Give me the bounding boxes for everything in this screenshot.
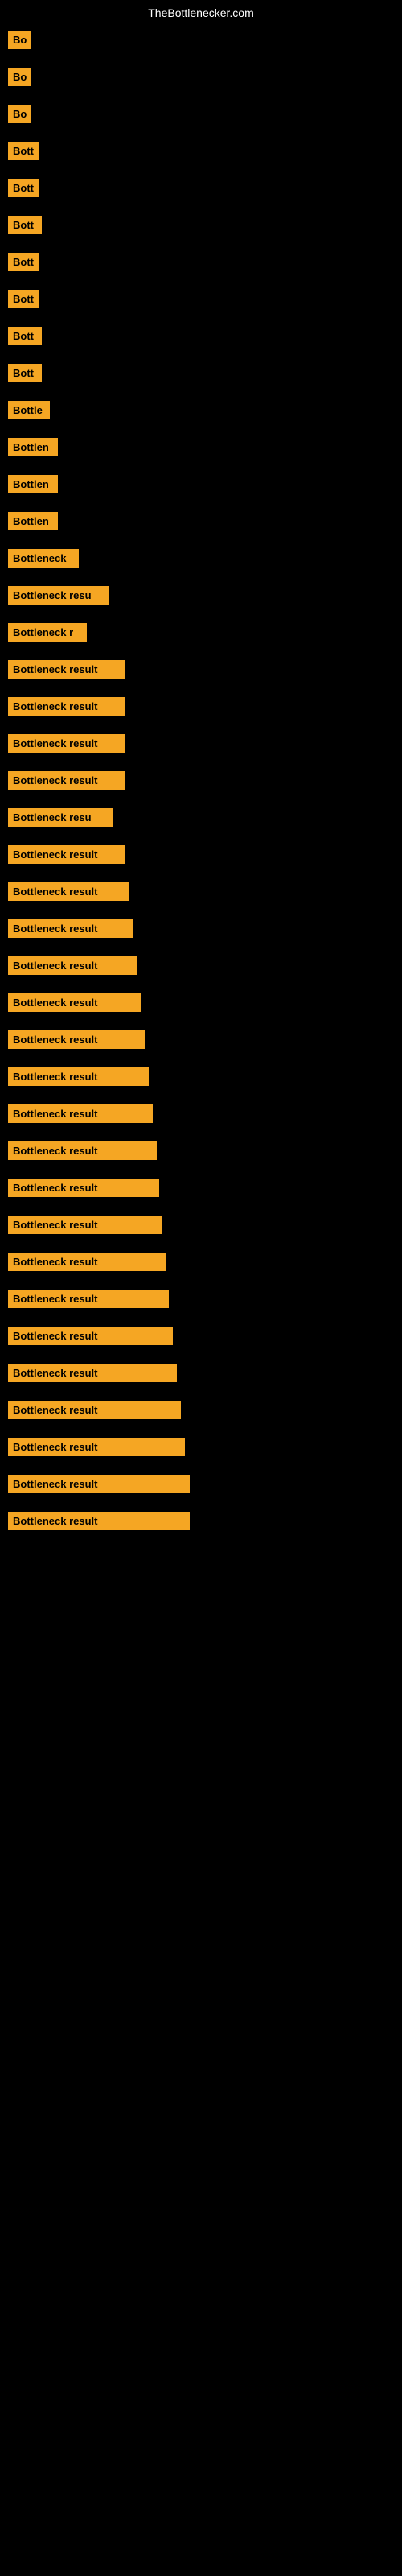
bottleneck-result-label: Bo: [8, 105, 31, 123]
list-item: Bottleneck result: [0, 1067, 402, 1090]
list-item: Bott: [0, 142, 402, 164]
list-item: Bottleneck result: [0, 956, 402, 979]
bottleneck-result-label: Bottleneck result: [8, 734, 125, 753]
list-item: Bott: [0, 290, 402, 312]
list-item: Bottleneck result: [0, 1104, 402, 1127]
list-item: Bottleneck result: [0, 1364, 402, 1386]
bottleneck-result-label: Bottleneck result: [8, 1401, 181, 1419]
list-item: Bottleneck result: [0, 734, 402, 757]
list-item: Bottleneck result: [0, 1438, 402, 1460]
list-item: Bottleneck result: [0, 1030, 402, 1053]
bottleneck-result-label: Bott: [8, 142, 39, 160]
bottleneck-result-label: Bottle: [8, 401, 50, 419]
list-item: Bo: [0, 31, 402, 53]
bottleneck-result-label: Bottleneck: [8, 549, 79, 568]
list-item: Bottleneck result: [0, 845, 402, 868]
bottleneck-result-label: Bottleneck result: [8, 660, 125, 679]
bottleneck-result-label: Bottleneck result: [8, 845, 125, 864]
list-item: Bottleneck result: [0, 1216, 402, 1238]
list-item: Bottleneck: [0, 549, 402, 572]
bottleneck-result-label: Bottleneck result: [8, 1067, 149, 1086]
bottleneck-result-label: Bottleneck result: [8, 956, 137, 975]
bottleneck-result-label: Bottleneck result: [8, 1475, 190, 1493]
list-item: Bott: [0, 327, 402, 349]
bottleneck-result-label: Bottleneck result: [8, 1141, 157, 1160]
bottleneck-result-label: Bott: [8, 253, 39, 271]
bottleneck-result-label: Bottleneck result: [8, 1179, 159, 1197]
bottleneck-result-label: Bottleneck result: [8, 1216, 162, 1234]
bottleneck-result-label: Bottleneck r: [8, 623, 87, 642]
list-item: Bottleneck result: [0, 660, 402, 683]
list-item: Bottleneck result: [0, 1475, 402, 1497]
list-item: Bottlen: [0, 512, 402, 535]
list-item: Bottleneck result: [0, 1401, 402, 1423]
list-item: Bott: [0, 253, 402, 275]
bottleneck-result-label: Bottleneck resu: [8, 586, 109, 605]
list-item: Bottlen: [0, 438, 402, 460]
bottleneck-result-label: Bott: [8, 179, 39, 197]
bottleneck-result-label: Bottleneck result: [8, 993, 141, 1012]
bottleneck-result-label: Bott: [8, 290, 39, 308]
bottleneck-result-label: Bottlen: [8, 475, 58, 493]
bottleneck-result-label: Bott: [8, 216, 42, 234]
list-item: Bott: [0, 216, 402, 238]
list-item: Bottleneck result: [0, 882, 402, 905]
list-item: Bo: [0, 68, 402, 90]
list-item: Bott: [0, 179, 402, 201]
bottleneck-result-label: Bo: [8, 68, 31, 86]
bottleneck-result-label: Bott: [8, 327, 42, 345]
bottleneck-result-label: Bottleneck result: [8, 771, 125, 790]
bottleneck-result-label: Bottlen: [8, 438, 58, 456]
list-item: Bottleneck result: [0, 1253, 402, 1275]
bottleneck-result-label: Bo: [8, 31, 31, 49]
bottleneck-result-label: Bottleneck result: [8, 919, 133, 938]
bottleneck-result-label: Bottleneck result: [8, 1364, 177, 1382]
bottleneck-result-label: Bottleneck resu: [8, 808, 113, 827]
list-item: Bo: [0, 105, 402, 127]
list-item: Bottleneck resu: [0, 586, 402, 609]
list-item: Bottleneck result: [0, 1179, 402, 1201]
list-item: Bottleneck result: [0, 1327, 402, 1349]
bottleneck-result-label: Bottleneck result: [8, 882, 129, 901]
bottleneck-result-label: Bottleneck result: [8, 1327, 173, 1345]
list-item: Bottleneck resu: [0, 808, 402, 831]
bottleneck-result-label: Bottlen: [8, 512, 58, 530]
bottleneck-result-label: Bottleneck result: [8, 1512, 190, 1530]
list-item: Bottleneck r: [0, 623, 402, 646]
list-item: Bottleneck result: [0, 697, 402, 720]
list-item: Bottleneck result: [0, 1141, 402, 1164]
bottleneck-result-label: Bottleneck result: [8, 1030, 145, 1049]
list-item: Bottleneck result: [0, 993, 402, 1016]
list-item: Bottle: [0, 401, 402, 423]
list-item: Bottleneck result: [0, 1512, 402, 1534]
list-item: Bottleneck result: [0, 919, 402, 942]
list-item: Bottleneck result: [0, 1290, 402, 1312]
bottleneck-result-label: Bottleneck result: [8, 1104, 153, 1123]
list-item: Bottleneck result: [0, 771, 402, 794]
bottleneck-result-label: Bottleneck result: [8, 1290, 169, 1308]
bottleneck-result-label: Bottleneck result: [8, 697, 125, 716]
bottleneck-result-label: Bottleneck result: [8, 1253, 166, 1271]
list-item: Bottlen: [0, 475, 402, 497]
items-container: Bo Bo Bo Bott Bott Bott Bott Bott Bott Bott Bottle…: [0, 23, 402, 1557]
site-title: TheBottlenecker.com: [0, 0, 402, 23]
bottleneck-result-label: Bottleneck result: [8, 1438, 185, 1456]
bottleneck-result-label: Bott: [8, 364, 42, 382]
list-item: Bott: [0, 364, 402, 386]
